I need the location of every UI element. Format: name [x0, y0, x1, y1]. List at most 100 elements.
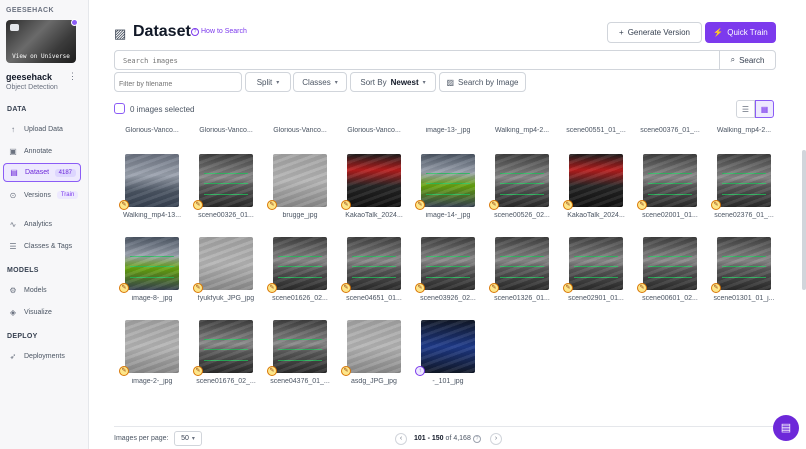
search-by-image-button[interactable]: ▨ Search by Image [439, 72, 526, 92]
image-thumbnail[interactable] [273, 154, 327, 207]
split-dropdown[interactable]: Split ▾ [245, 72, 291, 92]
previous-page-button[interactable]: ‹ [395, 433, 407, 445]
image-icon: ▨ [446, 77, 455, 87]
image-card[interactable]: ✎ scene01626_02... [267, 237, 333, 315]
image-thumbnail[interactable] [569, 237, 623, 290]
image-thumbnail[interactable] [125, 154, 179, 207]
dataset-icon: ▨ [114, 26, 127, 41]
sidebar-item-visualize[interactable]: ◈ Visualize [3, 303, 81, 321]
image-card[interactable]: ✎ brugge_jpg [267, 154, 333, 232]
analytics-icon: ∿ [9, 219, 17, 229]
sidebar-item-analytics[interactable]: ∿ Analytics [3, 215, 81, 233]
image-thumbnail[interactable] [643, 237, 697, 290]
annotate-status-icon: ✎ [711, 200, 721, 210]
image-filename: scene04651_01... [346, 295, 402, 302]
workspace-label: GEESEHACK [6, 7, 54, 14]
image-card[interactable]: ✎ scene01326_01... [489, 237, 555, 315]
grid-icon: ▦ [760, 104, 769, 114]
image-card[interactable]: ✎ fyukfyuk_JPG_jpg [193, 237, 259, 315]
sidebar-item-label: Visualize [24, 308, 52, 316]
list-view-toggle[interactable]: ☰ [736, 100, 755, 118]
view-on-universe-link[interactable]: View on Universe [6, 53, 76, 60]
image-thumbnail[interactable] [125, 320, 179, 373]
image-card[interactable]: ✎ scene03926_02... [415, 237, 481, 315]
classes-dropdown[interactable]: Classes ▾ [293, 72, 347, 92]
sidebar-item-deployments[interactable]: ➶ Deployments [3, 347, 81, 365]
image-filename: scene01326_01... [494, 295, 550, 302]
image-thumbnail[interactable] [717, 237, 771, 290]
per-page-select[interactable]: 50 ▾ [174, 431, 202, 446]
project-thumbnail[interactable]: View on Universe [6, 20, 76, 63]
image-thumbnail[interactable] [347, 154, 401, 207]
next-page-button[interactable]: › [490, 433, 502, 445]
image-card[interactable]: ✎ scene00526_02... [489, 154, 555, 232]
image-thumbnail[interactable] [421, 154, 475, 207]
sidebar-item-annotate[interactable]: ▣ Annotate [3, 142, 81, 160]
image-thumbnail[interactable] [421, 320, 475, 373]
image-thumbnail[interactable] [199, 154, 253, 207]
image-thumbnail[interactable] [347, 320, 401, 373]
image-thumbnail[interactable] [125, 237, 179, 290]
how-to-search-link[interactable]: ? How to Search [191, 28, 247, 36]
image-card[interactable]: ↑ -_101_jpg [415, 320, 481, 398]
sidebar-item-dataset[interactable]: ▤ Dataset 4187 [3, 163, 81, 182]
quick-train-button[interactable]: ⚡ Quick Train [705, 22, 776, 43]
sort-dropdown[interactable]: Sort By Newest ▾ [350, 72, 436, 92]
image-card[interactable]: ✎ scene01676_02_... [193, 320, 259, 398]
scrollbar[interactable] [802, 150, 806, 290]
filename-filter-input[interactable] [119, 76, 239, 93]
chat-icon[interactable]: ▤ [773, 415, 799, 441]
image-thumbnail[interactable] [643, 154, 697, 207]
annotate-status-icon: ✎ [415, 283, 425, 293]
image-card[interactable]: ✎ image-8-_jpg [119, 237, 185, 315]
image-thumbnail[interactable] [717, 154, 771, 207]
sidebar-item-upload-data[interactable]: ↑ Upload Data [3, 120, 81, 138]
image-card[interactable]: ✎ scene00326_01... [193, 154, 259, 232]
image-card[interactable]: ✎ Walking_mp4-13... [119, 154, 185, 232]
image-card[interactable]: ✎ scene01301_01_j... [711, 237, 777, 315]
image-filename: KakaoTalk_2024... [345, 212, 403, 219]
image-thumbnail[interactable] [273, 237, 327, 290]
sidebar-item-classes-tags[interactable]: ☰ Classes & Tags [3, 237, 81, 255]
image-card[interactable]: ✎ asdg_JPG_jpg [341, 320, 407, 398]
sidebar-item-versions[interactable]: ⊙ Versions Train [3, 186, 81, 204]
image-thumbnail[interactable] [569, 154, 623, 207]
list-icon: ☰ [741, 104, 750, 114]
sidebar-item-models[interactable]: ⚙ Models [3, 281, 81, 299]
image-card[interactable]: ✎ scene00601_02... [637, 237, 703, 315]
image-thumbnail[interactable] [273, 320, 327, 373]
image-card[interactable]: ✎ image-2-_jpg [119, 320, 185, 398]
chevron-down-icon: ▾ [334, 79, 338, 86]
image-filename: image-2-_jpg [131, 378, 173, 385]
search-bar: ⌕ Search [114, 50, 776, 70]
more-menu-icon[interactable]: ⋮ [68, 71, 77, 82]
image-filename: brugge_jpg [282, 212, 318, 219]
image-thumbnail[interactable] [421, 237, 475, 290]
image-caption: scene00551_01_... [566, 127, 626, 134]
section-deploy: DEPLOY [7, 333, 38, 340]
grid-view-toggle[interactable]: ▦ [755, 100, 774, 118]
search-button[interactable]: ⌕ Search [719, 51, 775, 69]
image-thumbnail[interactable] [495, 237, 549, 290]
search-input[interactable] [123, 54, 703, 67]
image-card[interactable]: ✎ image-14-_jpg [415, 154, 481, 232]
annotation-line [574, 276, 618, 278]
image-thumbnail[interactable] [199, 320, 253, 373]
image-card[interactable]: ✎ scene04651_01... [341, 237, 407, 315]
image-thumbnail[interactable] [199, 237, 253, 290]
annotation-line [426, 193, 470, 195]
image-card[interactable]: ✎ KakaoTalk_2024... [563, 154, 629, 232]
generate-version-button[interactable]: + Generate Version [607, 22, 702, 43]
info-icon[interactable]: ? [473, 435, 481, 443]
image-card[interactable]: ✎ scene02001_01... [637, 154, 703, 232]
select-all-checkbox[interactable] [114, 103, 125, 114]
image-thumbnail[interactable] [347, 237, 401, 290]
image-card[interactable]: ✎ scene04376_01_... [267, 320, 333, 398]
annotation-line [352, 255, 396, 257]
image-card[interactable]: ✎ KakaoTalk_2024... [341, 154, 407, 232]
image-card[interactable]: ✎ scene02376_01_... [711, 154, 777, 232]
image-thumbnail[interactable] [495, 154, 549, 207]
annotation-line [426, 266, 470, 268]
image-card[interactable]: ✎ scene02901_01... [563, 237, 629, 315]
page-title: Dataset [133, 23, 191, 40]
